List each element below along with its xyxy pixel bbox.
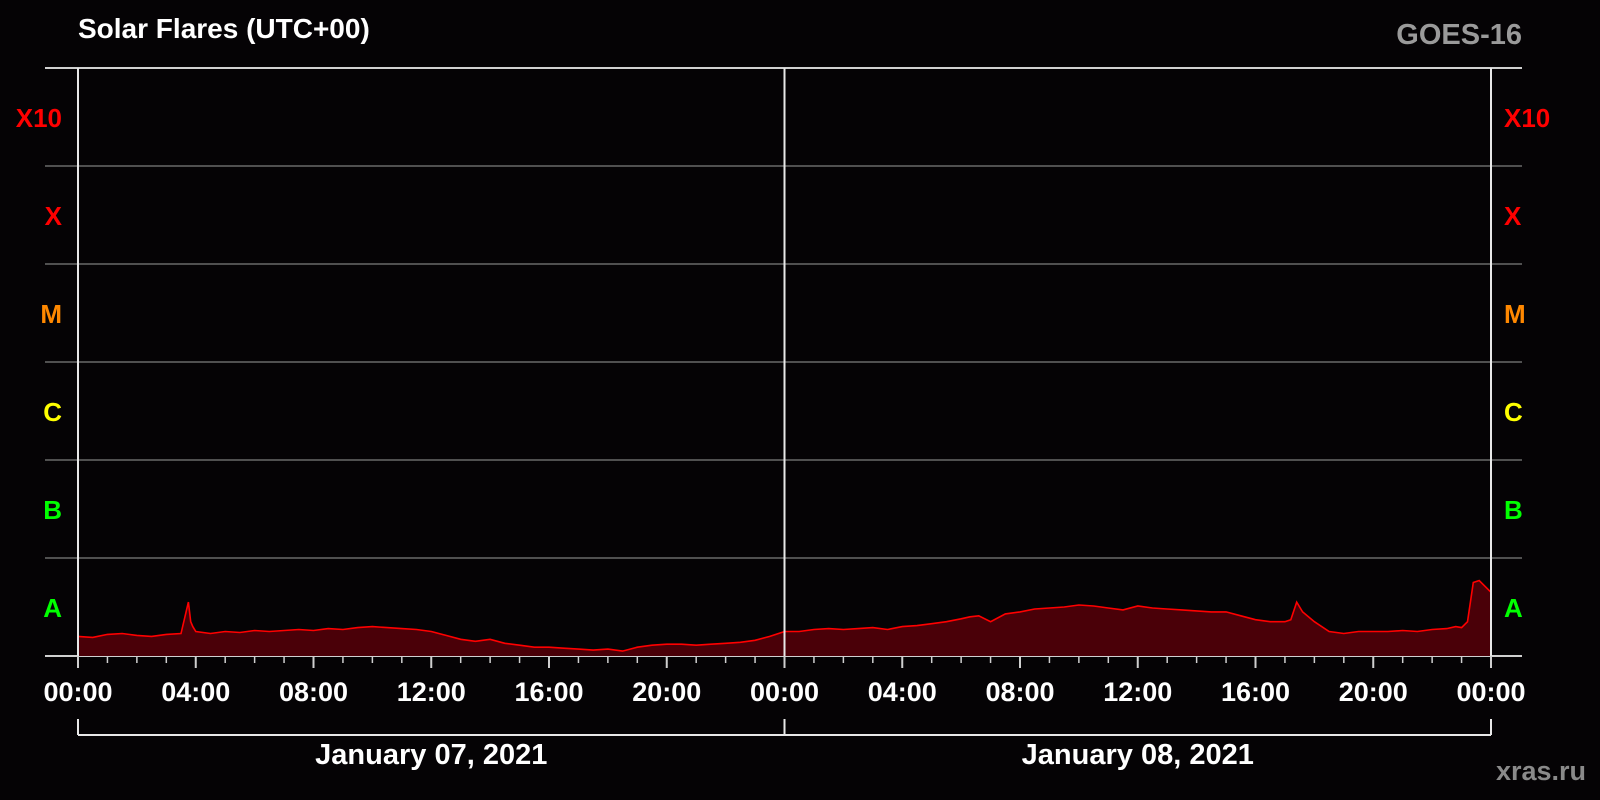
chart-title: Solar Flares (UTC+00) [78, 13, 370, 44]
x-tick-label: 04:00 [161, 677, 230, 707]
x-tick-label: 00:00 [1456, 677, 1525, 707]
y-class-label-left: C [43, 397, 62, 427]
x-tick-label: 00:00 [750, 677, 819, 707]
y-class-label-right: B [1504, 495, 1523, 525]
solar-flares-chart: 00:00 04:00 08:00 12:00 16:00 20:00 00:00 04:00… [0, 0, 1600, 800]
x-tick-label: 16:00 [1221, 677, 1290, 707]
y-class-label-right: X10 [1504, 103, 1550, 133]
y-class-label-left: A [43, 593, 62, 623]
y-class-label-right: M [1504, 299, 1526, 329]
x-tick-label: 20:00 [632, 677, 701, 707]
y-class-label-right: A [1504, 593, 1523, 623]
x-tick-label: 20:00 [1339, 677, 1408, 707]
x-tick-label: 12:00 [1103, 677, 1172, 707]
x-tick-label: 00:00 [43, 677, 112, 707]
x-tick-label: 08:00 [985, 677, 1054, 707]
x-tick-label: 04:00 [868, 677, 937, 707]
credit-label: xras.ru [1496, 756, 1586, 786]
y-class-label-left: M [40, 299, 62, 329]
x-tick-label: 16:00 [514, 677, 583, 707]
y-class-label-left: X [45, 201, 63, 231]
y-class-label-left: X10 [16, 103, 62, 133]
y-class-label-right: C [1504, 397, 1523, 427]
satellite-label: GOES-16 [1396, 19, 1522, 51]
x-tick-label: 08:00 [279, 677, 348, 707]
y-class-label-left: B [43, 495, 62, 525]
y-class-label-right: X [1504, 201, 1522, 231]
x-tick-label: 12:00 [397, 677, 466, 707]
date-label: January 08, 2021 [1022, 739, 1254, 771]
date-label: January 07, 2021 [315, 739, 547, 771]
